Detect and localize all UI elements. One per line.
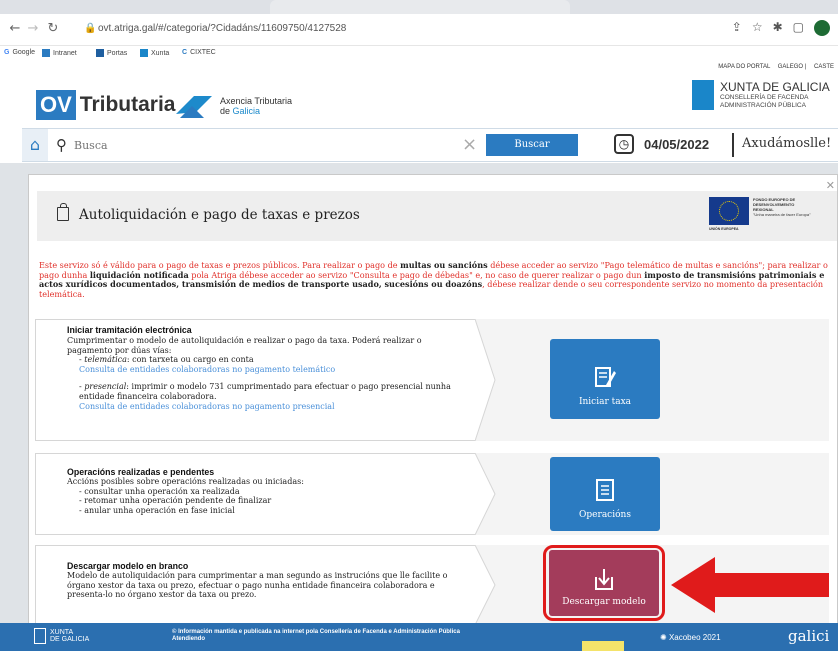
section-title: Iniciar tramitación electrónica: [67, 325, 192, 335]
atriga-line1: Axencia Tributaria: [220, 96, 293, 106]
footer-yellow-badge: [582, 641, 624, 651]
atriga-line2-prefix: de: [220, 106, 233, 116]
section-text: Cumprimentar o modelo de autoliquidación…: [67, 336, 467, 411]
lock-icon: 🔒: [84, 23, 97, 34]
bookmarks-bar: G Google Intranet Portas Xunta C CIXTEC: [0, 46, 838, 62]
footer-xunta-logo[interactable]: XUNTA DE GALICIA: [34, 628, 89, 644]
current-date: 04/05/2022: [644, 137, 710, 152]
xunta-emblem-icon: [692, 80, 714, 110]
url-text[interactable]: ovt.atriga.gal/#/categoria/?Cidadáns/116…: [98, 23, 346, 34]
bookmark-intranet[interactable]: Intranet: [42, 49, 77, 57]
xunta-sub2: ADMINISTRACIÓN PÚBLICA: [720, 102, 806, 109]
ov-logo-box: OV: [36, 90, 76, 120]
section-text: Modelo de autoliquidación para cumprimen…: [67, 571, 448, 600]
service-modal: ✕ Autoliquidación e pago de taxas e prez…: [28, 174, 838, 625]
lock-document-icon: [57, 203, 69, 221]
payment-notice: Este servizo só é válido para o pago de …: [39, 260, 828, 299]
link-presential-entities[interactable]: Consulta de entidades colaboradoras no p…: [67, 402, 467, 412]
atriga-mark-icon: [174, 92, 214, 120]
section-title: Operacións realizadas e pendentes: [67, 467, 215, 477]
modal-header: Autoliquidación e pago de taxas e prezos…: [37, 191, 837, 241]
galicia-logo[interactable]: galici: [788, 627, 829, 645]
browser-tab-strip: [0, 0, 838, 14]
back-icon[interactable]: ←: [6, 20, 24, 38]
search-button[interactable]: Buscar: [486, 134, 578, 156]
xunta-emblem-icon: [34, 628, 46, 644]
section-title: Descargar modelo en branco: [67, 561, 189, 571]
section-operations: Operacións realizadas e pendentes Acción…: [35, 453, 829, 535]
ov-tributaria-logo[interactable]: OV Tributaria: [36, 90, 176, 120]
section-download-blank: Descargar modelo en branco Modelo de aut…: [35, 545, 829, 625]
xunta-logo[interactable]: XUNTA DE GALICIA CONSELLERÍA DE FACENDA …: [692, 80, 830, 110]
extensions-icon[interactable]: ✱: [773, 20, 783, 36]
bookmark-google[interactable]: G Google: [4, 49, 35, 56]
start-fee-button[interactable]: Iniciar taxa: [550, 339, 660, 419]
page-title: Autoliquidación e pago de taxas e prezos: [79, 207, 360, 223]
list-item: - anular unha operación en fase inicial: [79, 505, 235, 515]
browser-toolbar: ⇪ ☆ ✱ ▢: [732, 20, 830, 36]
reload-icon[interactable]: ↻: [44, 20, 62, 38]
form-pen-icon: [594, 365, 616, 389]
atriga-line2-highlight: Galicia: [232, 106, 261, 116]
site-footer: XUNTA DE GALICIA © Información mantida e …: [0, 623, 838, 651]
bookmark-xunta[interactable]: Xunta: [140, 49, 169, 57]
bookmark-portas[interactable]: Portas: [96, 49, 127, 57]
intranet-icon: [42, 49, 50, 57]
share-icon[interactable]: ⇪: [732, 20, 742, 36]
profile-avatar[interactable]: [814, 20, 830, 36]
browser-address-row: ← → ↻ 🔒 ovt.atriga.gal/#/categoria/?Cida…: [0, 14, 838, 46]
search-input[interactable]: [74, 135, 454, 155]
red-arrow-annotation: [671, 557, 829, 613]
lang-galego-link[interactable]: GALEGO: [778, 64, 803, 70]
download-model-button[interactable]: Descargar modelo: [549, 550, 659, 616]
xunta-icon: [140, 49, 148, 57]
clock-icon: ◷: [614, 134, 634, 154]
cixtec-icon: C: [182, 49, 188, 56]
section-start-procedure: Iniciar tramitación electrónica Cumprime…: [35, 319, 829, 441]
search-icon: ⚲: [56, 136, 67, 154]
address-bar[interactable]: 🔒 ovt.atriga.gal/#/categoria/?Cidadáns/1…: [82, 19, 642, 41]
footer-info: © Información mantida e publicada na int…: [172, 629, 460, 642]
site-map-link[interactable]: MAPA DO PORTAL: [718, 64, 770, 70]
link-telematic-entities[interactable]: Consulta de entidades colaboradoras no p…: [67, 365, 467, 375]
clear-search-icon[interactable]: ×: [462, 134, 477, 155]
feder-text: FONDO EUROPEO DE DESENVOLVEMENTO REXIONA…: [753, 197, 811, 217]
xacobeo-logo[interactable]: ✺ Xacobeo 2021: [660, 633, 721, 642]
help-link[interactable]: Axudámoslle!: [742, 136, 831, 151]
ov-logo-text: Tributaria: [79, 93, 176, 116]
forward-icon[interactable]: →: [24, 20, 42, 38]
document-list-icon: [594, 478, 616, 502]
sidepanel-icon[interactable]: ▢: [793, 20, 804, 36]
list-item: - retomar unha operación pendente de fin…: [79, 496, 272, 506]
star-icon[interactable]: ☆: [752, 20, 763, 36]
portas-icon: [96, 49, 104, 57]
eu-flag-icon: [709, 197, 749, 225]
divider: [732, 133, 734, 157]
google-icon: G: [4, 49, 10, 56]
section-text: Accións posibles sobre operacións realiz…: [67, 477, 467, 515]
list-item: - consultar unha operación xa realizada: [79, 486, 240, 496]
xunta-name: XUNTA DE GALICIA: [720, 80, 830, 94]
eu-caption: UNIÓN EUROPEA: [709, 227, 739, 231]
atriga-logo[interactable]: Axencia Tributaria de Galicia: [174, 92, 292, 120]
search-bar: ⌂ ⚲ × Buscar ◷ 04/05/2022 Axudámoslle!: [22, 128, 838, 162]
bookmark-cixtec[interactable]: C CIXTEC: [182, 49, 216, 56]
top-links: MAPA DO PORTAL GALEGO | CASTE: [718, 64, 834, 70]
xunta-sub1: CONSELLERÍA DE FACENDA: [720, 94, 809, 101]
site-header: MAPA DO PORTAL GALEGO | CASTE OV Tributa…: [0, 62, 838, 128]
home-icon[interactable]: ⌂: [22, 129, 48, 161]
download-icon: [593, 567, 615, 591]
browser-tab[interactable]: [270, 0, 570, 14]
operations-button[interactable]: Operacións: [550, 457, 660, 531]
lang-castellano-link[interactable]: CASTE: [814, 64, 834, 70]
